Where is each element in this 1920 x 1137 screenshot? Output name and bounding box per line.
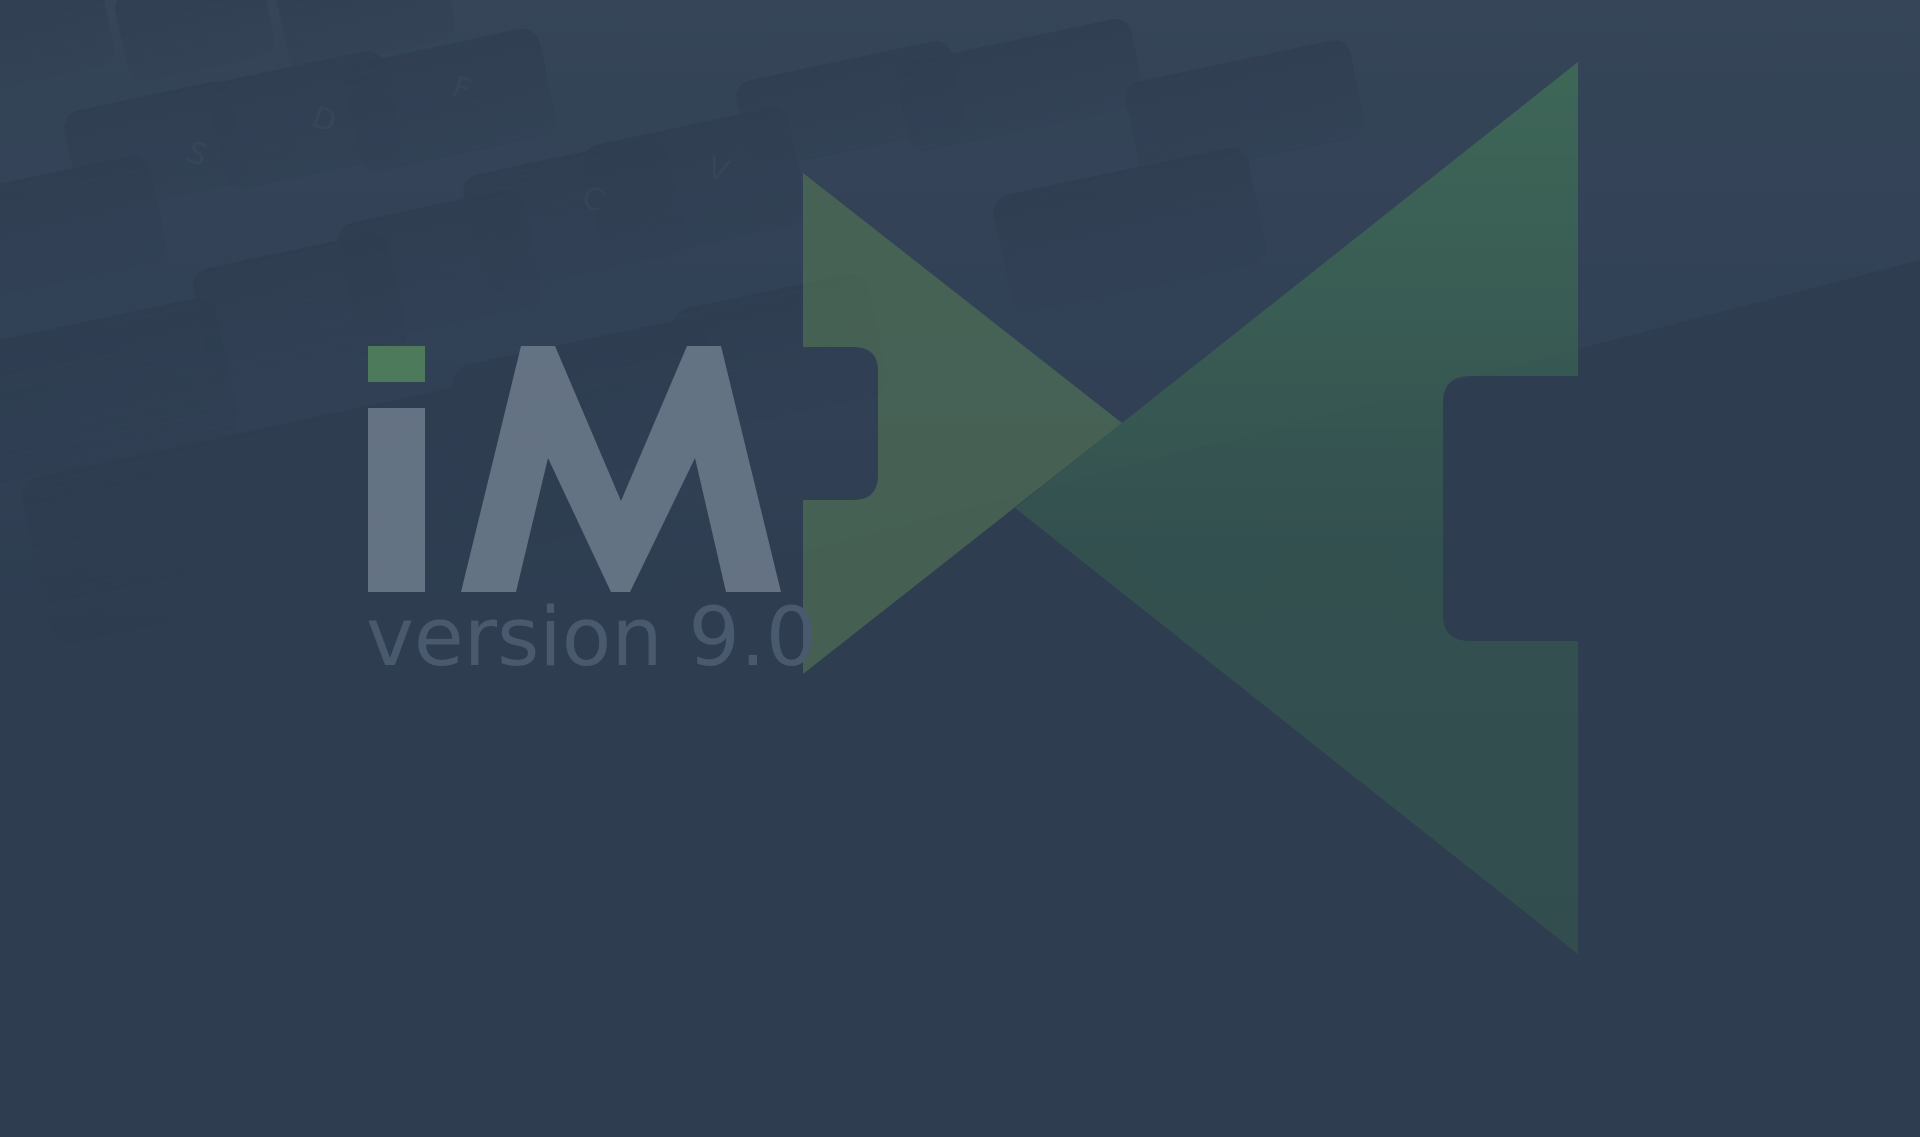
version-label: version 9.0 [366,591,818,685]
logo-m-letter [461,346,781,592]
app-logo-wordmark [368,346,781,592]
logo-i-stem [368,408,425,592]
splash-screen: S D F C V version 9.0 [0,0,1920,1137]
logo-i-dot [368,346,425,382]
bowtie-logo-icon [803,62,1578,954]
